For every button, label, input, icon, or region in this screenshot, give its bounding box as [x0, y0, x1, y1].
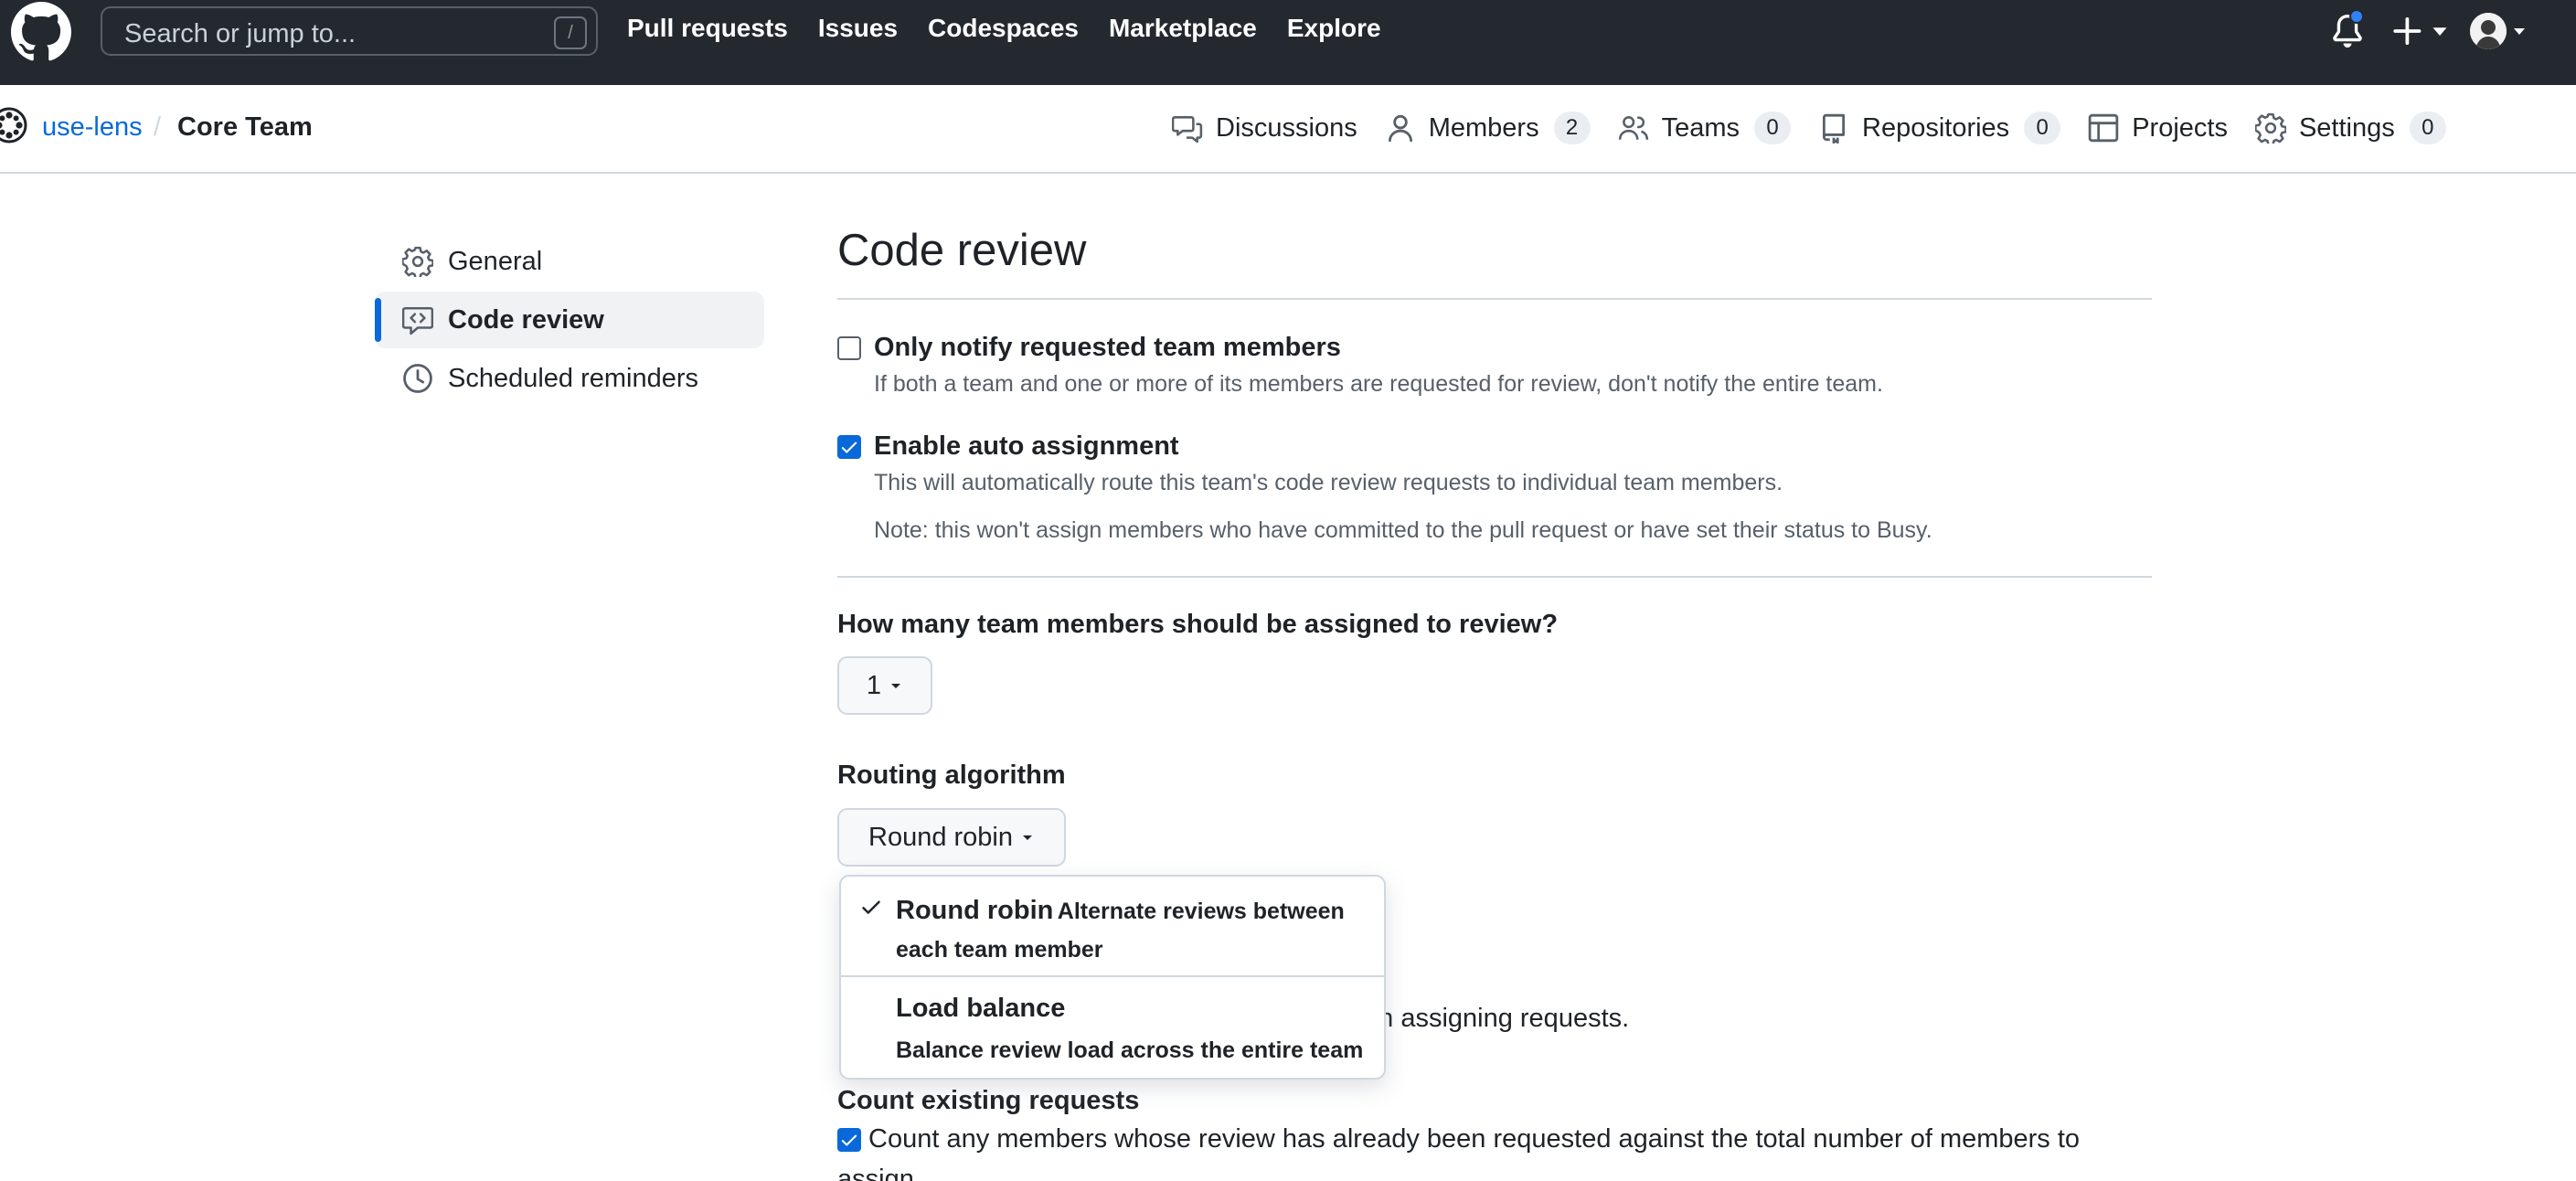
- count-existing-description: Count any members whose review has alrea…: [868, 1124, 2081, 1154]
- avatar-caret-icon[interactable]: [2512, 24, 2527, 38]
- menu-item-round-robin[interactable]: Round robin Alternate reviews between ea…: [841, 877, 1384, 977]
- auto-assignment-note: Note: this won't assign members who have…: [874, 517, 1932, 543]
- tab-teams[interactable]: Teams 0: [1618, 108, 1791, 148]
- settings-sidebar: General Code review Scheduled reminders: [375, 233, 764, 409]
- checkmark-icon: [841, 1134, 857, 1146]
- repositories-count-badge: 0: [2024, 112, 2061, 144]
- sidebar-item-label: General: [448, 246, 543, 276]
- count-existing-description-cont: assign.: [837, 1165, 921, 1181]
- auto-assignment-description: This will automatically route this team'…: [874, 470, 1783, 495]
- members-count-value: 1: [866, 670, 882, 700]
- search-shortcut-key: /: [554, 16, 587, 49]
- chevron-down-icon: [891, 684, 901, 688]
- check-icon: [862, 900, 880, 914]
- create-new-plus-icon[interactable]: [2390, 13, 2454, 49]
- tab-members[interactable]: Members 2: [1385, 108, 1591, 148]
- menu-item-body: Round robin Alternate reviews between ea…: [896, 893, 1371, 971]
- gear-icon: [402, 246, 433, 277]
- teams-count-badge: 0: [1754, 112, 1791, 144]
- table-icon: [2088, 113, 2119, 143]
- nav-pull-requests[interactable]: Pull requests: [627, 14, 788, 43]
- menu-item-description: Balance review load across the entire te…: [896, 1037, 1364, 1063]
- count-existing-label: Count existing requests: [837, 1086, 1140, 1115]
- user-avatar[interactable]: [2470, 13, 2507, 49]
- tab-settings[interactable]: Settings 0: [2254, 108, 2446, 148]
- sidebar-item-code-review[interactable]: Code review: [375, 292, 764, 348]
- tab-discussions[interactable]: Discussions: [1172, 108, 1357, 148]
- notification-dot: [2349, 9, 2364, 24]
- menu-item-title: Load balance: [896, 994, 1066, 1023]
- routing-algorithm-value: Round robin: [868, 822, 1013, 852]
- clock-icon: [403, 364, 432, 393]
- tab-repositories[interactable]: Repositories 0: [1818, 108, 2061, 148]
- search-input[interactable]: Search or jump to... /: [101, 6, 598, 56]
- breadcrumb-separator: /: [154, 112, 162, 142]
- nav-codespaces[interactable]: Codespaces: [928, 14, 1079, 43]
- sidebar-item-general[interactable]: General: [375, 233, 764, 290]
- auto-assignment-title: Enable auto assignment: [874, 431, 1179, 461]
- breadcrumb-team-name[interactable]: Core Team: [177, 112, 313, 143]
- gear-icon: [2254, 112, 2286, 144]
- nav-issues[interactable]: Issues: [818, 14, 898, 43]
- global-nav: Pull requests Issues Codespaces Marketpl…: [627, 14, 1411, 43]
- sidebar-item-label: Code review: [448, 304, 604, 335]
- tab-label: Discussions: [1216, 112, 1357, 143]
- people-icon: [1618, 116, 1648, 140]
- only-notify-description: If both a team and one or more of its me…: [874, 371, 1883, 397]
- code-review-icon: [402, 306, 433, 335]
- tab-label: Repositories: [1862, 112, 2010, 143]
- tab-label: Settings: [2298, 112, 2395, 143]
- auto-assignment-checkbox[interactable]: [837, 435, 861, 459]
- checkmark-icon: [841, 442, 857, 453]
- routing-algorithm-select[interactable]: Round robin: [837, 808, 1066, 867]
- nav-explore[interactable]: Explore: [1287, 14, 1381, 43]
- menu-item-load-balance[interactable]: Load balance Balance review load across …: [841, 979, 1384, 1080]
- settings-count-badge: 0: [2409, 112, 2446, 144]
- only-notify-checkbox[interactable]: [837, 336, 861, 360]
- breadcrumb-org-link[interactable]: use-lens: [42, 112, 143, 143]
- search-placeholder: Search or jump to...: [124, 19, 357, 48]
- routing-algorithm-label: Routing algorithm: [837, 761, 1066, 790]
- tab-label: Teams: [1661, 112, 1740, 143]
- discussions-icon: [1172, 116, 1203, 144]
- page-title: Code review: [837, 226, 1087, 275]
- tab-label: Projects: [2132, 112, 2228, 143]
- menu-item-title: Round robin: [896, 896, 1054, 925]
- nav-marketplace[interactable]: Marketplace: [1109, 14, 1257, 43]
- only-notify-title: Only notify requested team members: [874, 333, 1341, 362]
- github-logo-icon[interactable]: [11, 2, 71, 62]
- org-avatar-icon: [0, 107, 27, 144]
- chevron-down-icon: [1023, 835, 1032, 840]
- sidebar-item-label: Scheduled reminders: [448, 363, 699, 393]
- top-header: Search or jump to... / Pull requests Iss…: [0, 0, 2576, 85]
- team-tabs: Discussions Members 2 Teams 0 Repositori…: [1172, 108, 2474, 148]
- tab-projects[interactable]: Projects: [2088, 108, 2228, 148]
- sidebar-item-scheduled-reminders[interactable]: Scheduled reminders: [375, 350, 764, 407]
- members-count-label: How many team members should be assigned…: [837, 610, 1559, 639]
- section-divider: [837, 576, 2152, 578]
- tab-label: Members: [1428, 112, 1539, 143]
- members-count-select[interactable]: 1: [837, 656, 932, 715]
- title-divider: [837, 298, 2152, 300]
- team-header: use-lens / Core Team Discussions Members…: [0, 85, 2576, 174]
- routing-help-text: en assigning requests.: [1364, 1004, 1630, 1033]
- person-icon: [1388, 114, 1412, 142]
- repo-icon: [1822, 113, 1846, 144]
- count-existing-checkbox[interactable]: [837, 1128, 861, 1152]
- routing-algorithm-menu: Round robin Alternate reviews between ea…: [839, 875, 1386, 1080]
- members-count-badge: 2: [1553, 112, 1591, 144]
